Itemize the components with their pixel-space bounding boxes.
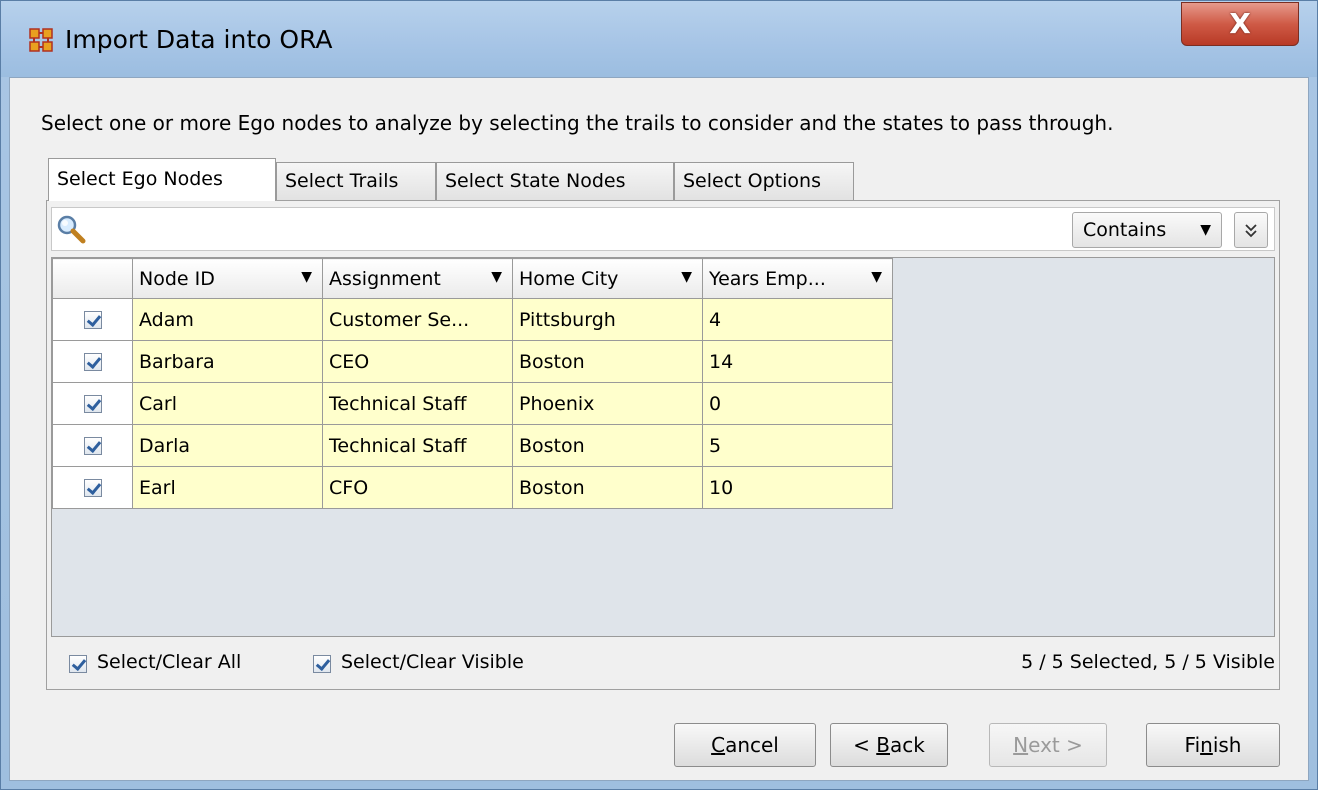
sort-arrow-icon[interactable]: ▼ — [681, 269, 692, 285]
table-row[interactable]: Darla Technical Staff Boston 5 — [52, 424, 893, 467]
cell-home-city[interactable]: Pittsburgh — [512, 298, 703, 341]
column-header-home-city[interactable]: Home City ▼ — [512, 258, 703, 299]
tab-select-options[interactable]: Select Options — [674, 162, 854, 200]
match-mode-dropdown[interactable]: Contains ▼ — [1072, 212, 1222, 248]
button-text: < — [853, 733, 877, 757]
cell-node-id[interactable]: Earl — [132, 466, 323, 509]
checkbox-column-header — [52, 258, 133, 299]
cell-years-employed[interactable]: 4 — [702, 298, 893, 341]
cell-assignment[interactable]: Technical Staff — [322, 424, 513, 467]
column-header-node-id[interactable]: Node ID ▼ — [132, 258, 323, 299]
window-title: Import Data into ORA — [65, 25, 333, 54]
column-header-years-employed[interactable]: Years Emp... ▼ — [702, 258, 893, 299]
title-bar[interactable]: Import Data into ORA X — [1, 1, 1317, 77]
button-text: ext > — [1028, 733, 1083, 757]
match-mode-label: Contains — [1083, 219, 1167, 241]
cell-assignment[interactable]: CFO — [322, 466, 513, 509]
finish-button[interactable]: Finish — [1146, 723, 1280, 767]
ego-nodes-panel: Contains ▼ Node ID ▼ Assignment ▼ Home C… — [46, 200, 1280, 690]
sort-arrow-icon[interactable]: ▼ — [491, 269, 502, 285]
import-dialog-window: Import Data into ORA X Select one or mor… — [0, 0, 1318, 790]
cell-assignment[interactable]: Technical Staff — [322, 382, 513, 425]
close-button[interactable]: X — [1181, 2, 1299, 46]
button-text: Fi — [1184, 733, 1201, 757]
button-text: ish — [1212, 733, 1242, 757]
cell-home-city[interactable]: Boston — [512, 424, 703, 467]
column-header-label: Home City — [519, 267, 619, 290]
cell-years-employed[interactable]: 14 — [702, 340, 893, 383]
cell-assignment[interactable]: Customer Se... — [322, 298, 513, 341]
cell-years-employed[interactable]: 0 — [702, 382, 893, 425]
row-checkbox[interactable] — [83, 353, 102, 371]
tab-select-ego-nodes[interactable]: Select Ego Nodes — [48, 158, 276, 201]
column-header-label: Node ID — [139, 267, 215, 290]
instruction-text: Select one or more Ego nodes to analyze … — [41, 111, 1114, 135]
tab-select-state-nodes[interactable]: Select State Nodes — [436, 162, 674, 200]
ora-grid-icon — [29, 28, 53, 52]
cell-node-id[interactable]: Darla — [132, 424, 323, 467]
back-button[interactable]: < Back — [830, 723, 948, 767]
row-checkbox-cell[interactable] — [52, 340, 133, 383]
cell-home-city[interactable]: Phoenix — [512, 382, 703, 425]
selection-status: 5 / 5 Selected, 5 / 5 Visible — [1021, 651, 1275, 673]
dialog-content: Select one or more Ego nodes to analyze … — [9, 77, 1309, 781]
mnemonic-letter: C — [711, 733, 726, 757]
next-button[interactable]: Next > — [989, 723, 1107, 767]
row-checkbox-cell[interactable] — [52, 382, 133, 425]
table-row[interactable]: Adam Customer Se... Pittsburgh 4 — [52, 298, 893, 341]
selection-footer: Select/Clear All Select/Clear Visible 5 … — [51, 645, 1275, 685]
row-checkbox-cell[interactable] — [52, 466, 133, 509]
cell-home-city[interactable]: Boston — [512, 340, 703, 383]
sort-arrow-icon[interactable]: ▼ — [871, 269, 882, 285]
mnemonic-letter: N — [1013, 733, 1029, 757]
column-header-assignment[interactable]: Assignment ▼ — [322, 258, 513, 299]
table-header-row: Node ID ▼ Assignment ▼ Home City ▼ Years… — [52, 258, 893, 299]
row-checkbox-cell[interactable] — [52, 298, 133, 341]
cancel-button[interactable]: Cancel — [674, 723, 816, 767]
search-icon — [57, 215, 86, 244]
column-header-label: Years Emp... — [709, 267, 826, 290]
table-row[interactable]: Earl CFO Boston 10 — [52, 466, 893, 509]
cell-node-id[interactable]: Carl — [132, 382, 323, 425]
select-clear-all-checkbox[interactable] — [69, 655, 87, 673]
select-clear-all-label[interactable]: Select/Clear All — [97, 651, 241, 673]
tab-select-trails[interactable]: Select Trails — [276, 162, 436, 200]
table-row[interactable]: Carl Technical Staff Phoenix 0 — [52, 382, 893, 425]
row-checkbox[interactable] — [83, 395, 102, 413]
select-clear-visible-label[interactable]: Select/Clear Visible — [341, 651, 524, 673]
nodes-table-area: Node ID ▼ Assignment ▼ Home City ▼ Years… — [51, 257, 1275, 637]
row-checkbox[interactable] — [83, 437, 102, 455]
row-checkbox[interactable] — [83, 479, 102, 497]
cell-years-employed[interactable]: 10 — [702, 466, 893, 509]
nodes-table: Node ID ▼ Assignment ▼ Home City ▼ Years… — [52, 258, 893, 509]
search-input[interactable] — [92, 214, 1056, 246]
select-clear-visible-checkbox[interactable] — [313, 655, 331, 673]
cell-home-city[interactable]: Boston — [512, 466, 703, 509]
mnemonic-letter: n — [1200, 733, 1213, 757]
cell-years-employed[interactable]: 5 — [702, 424, 893, 467]
sort-arrow-icon[interactable]: ▼ — [301, 269, 312, 285]
button-text: ack — [890, 733, 925, 757]
row-checkbox-cell[interactable] — [52, 424, 133, 467]
button-text: ancel — [725, 733, 779, 757]
row-checkbox[interactable] — [83, 311, 102, 329]
cell-node-id[interactable]: Adam — [132, 298, 323, 341]
chevron-double-down-icon[interactable] — [1234, 212, 1268, 248]
table-row[interactable]: Barbara CEO Boston 14 — [52, 340, 893, 383]
column-header-label: Assignment — [329, 267, 441, 290]
mnemonic-letter: B — [876, 733, 890, 757]
cell-node-id[interactable]: Barbara — [132, 340, 323, 383]
search-bar: Contains ▼ — [51, 207, 1275, 251]
cell-assignment[interactable]: CEO — [322, 340, 513, 383]
dropdown-arrow-icon: ▼ — [1200, 222, 1211, 238]
close-icon: X — [1229, 7, 1251, 40]
